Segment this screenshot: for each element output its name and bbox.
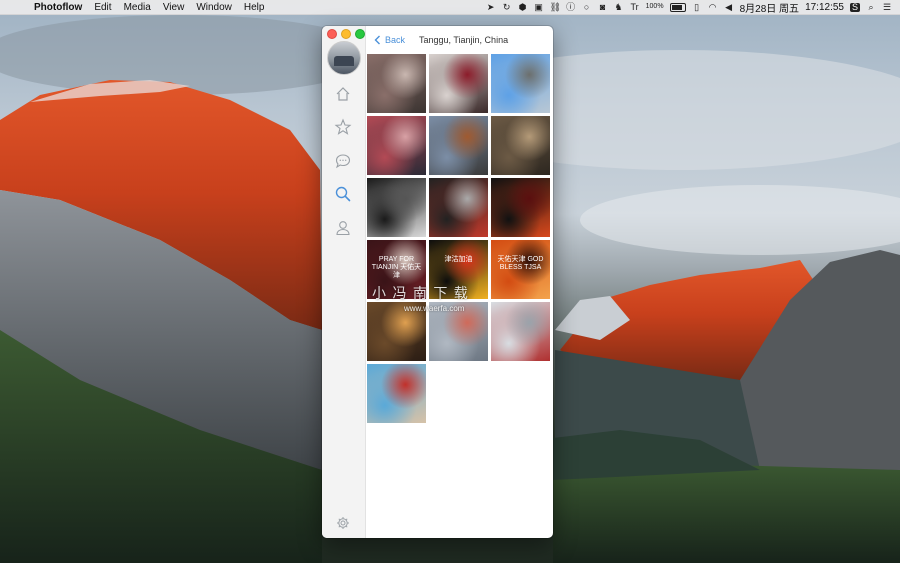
avatar[interactable] [327,41,361,75]
minimize-button[interactable] [341,29,351,39]
search-icon[interactable] [334,185,352,203]
menu-help[interactable]: Help [238,2,271,13]
volume-icon[interactable]: ◀ [724,2,734,12]
photo-thumbnail[interactable]: 天佑天津 GOD BLESS TJSA [491,240,550,299]
photo-grid: PRAY FOR TIANJIN 天佑天津 津沽加油 天佑天津 GOD BLESS … [367,54,550,423]
text-tr-icon[interactable]: Tr [630,2,640,12]
home-icon[interactable] [334,85,352,103]
status-area: ➤ ↻ ⬢ ▣ ⛓ ⓘ ○ ◙ ♞ Tr 100% ▯ ◠ ◀ 8月28日 周五… [486,0,900,15]
spotlight-search-icon[interactable]: ⌕ [866,2,876,12]
battery-percent: 100% [645,2,664,10]
photo-thumbnail[interactable] [367,364,426,423]
menu-date[interactable]: 8月28日 周五 [740,0,799,15]
header-bar: Back Tanggu, Tianjin, China [366,26,553,54]
cat-icon[interactable]: ♞ [614,2,624,12]
main-content: Back Tanggu, Tianjin, China PRAY FOR TIA… [366,26,553,538]
menu-app-name[interactable]: Photoflow [28,2,88,13]
page-title: Tanggu, Tianjin, China [419,35,509,45]
photo-thumbnail[interactable] [429,178,488,237]
screen-record-icon[interactable]: ▣ [534,2,544,12]
zoom-button[interactable] [355,29,365,39]
menu-media[interactable]: Media [118,2,157,13]
back-button[interactable]: Back [374,35,405,45]
photo-thumbnail[interactable] [491,116,550,175]
photo-thumbnail[interactable] [491,178,550,237]
photo-thumbnail[interactable] [367,302,426,361]
chat-icon[interactable] [334,152,352,170]
camera-icon[interactable]: ◙ [598,2,608,12]
menu-time[interactable]: 17:12:55 [805,2,844,13]
link-icon[interactable]: ⛓ [550,2,561,12]
photo-thumbnail[interactable] [491,302,550,361]
box-icon[interactable]: ⬢ [518,2,528,12]
photo-thumbnail[interactable]: PRAY FOR TIANJIN 天佑天津 [367,240,426,299]
menu-window[interactable]: Window [190,2,238,13]
close-button[interactable] [327,29,337,39]
circle-icon[interactable]: ○ [582,2,592,12]
menu-view[interactable]: View [157,2,191,13]
location-arrow-icon[interactable]: ➤ [486,2,496,12]
chevron-left-icon [374,35,380,45]
photo-thumbnail[interactable] [429,116,488,175]
photo-thumbnail[interactable] [367,178,426,237]
photo-thumbnail[interactable] [367,54,426,113]
photo-caption: PRAY FOR TIANJIN 天佑天津 [371,256,422,279]
notification-center-icon[interactable]: ☰ [882,2,892,12]
photo-thumbnail[interactable] [429,302,488,361]
window-controls [327,29,365,39]
photo-caption: 津沽加油 [444,256,473,263]
gear-icon[interactable] [336,516,350,530]
star-icon[interactable] [334,118,352,136]
photo-thumbnail[interactable] [367,116,426,175]
photo-thumbnail[interactable] [491,54,550,113]
wifi-icon[interactable]: ◠ [708,2,718,12]
document-icon[interactable]: ▯ [692,2,702,12]
photoflow-window: Back Tanggu, Tianjin, China PRAY FOR TIA… [322,26,553,538]
battery-icon[interactable] [669,2,686,12]
menu-bar: Photoflow Edit Media View Window Help ➤ … [0,0,900,15]
profile-icon[interactable] [334,219,352,237]
photo-thumbnail[interactable]: 津沽加油 [429,240,488,299]
info-circle-icon[interactable]: ⓘ [566,2,576,12]
sidebar [322,26,366,538]
photo-caption: 天佑天津 GOD BLESS TJSA [497,256,544,271]
sync-icon[interactable]: ↻ [502,2,512,12]
photo-thumbnail[interactable] [429,54,488,113]
app-s-icon[interactable]: S [850,2,860,12]
menu-edit[interactable]: Edit [88,2,117,13]
back-label: Back [385,35,406,45]
